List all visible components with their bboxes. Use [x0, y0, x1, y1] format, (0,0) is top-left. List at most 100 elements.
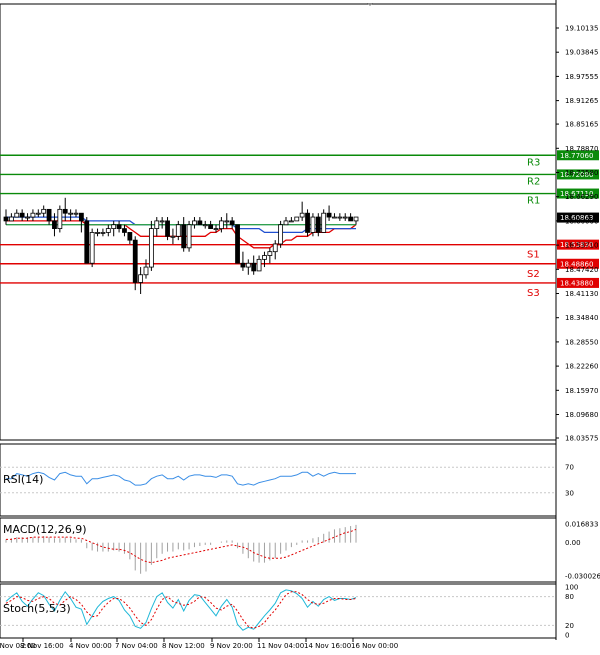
macd-title: MACD(12,26,9): [3, 523, 87, 536]
rsi-tick-label: 70: [565, 464, 574, 472]
candle-body: [46, 208, 52, 222]
candle-body: [132, 239, 138, 283]
candle-body: [57, 208, 63, 229]
rsi-tick-label: 30: [565, 489, 574, 497]
candle-body: [256, 258, 262, 272]
price-tick-label: 18.85165: [565, 121, 598, 129]
candle-body: [25, 216, 30, 219]
candle-body: [240, 262, 246, 268]
rsi-title: RSI(14): [3, 473, 43, 486]
candle-body: [288, 220, 294, 223]
level-label-r2: R2: [527, 176, 540, 187]
level-label-s1: S1: [527, 250, 540, 261]
candle-body: [218, 220, 224, 229]
candle-body: [148, 228, 154, 268]
candle-body: [353, 216, 359, 222]
time-tick-label: 16 Nov 00:00: [351, 642, 398, 650]
candle-body: [100, 232, 106, 234]
stoch-tick-label: 80: [565, 593, 574, 601]
price-tick-label: 18.09680: [565, 411, 598, 419]
candle-body: [111, 224, 117, 229]
price-tick-label: 18.97555: [565, 73, 598, 81]
level-value-r3: 18.77060: [560, 152, 593, 160]
candle-body: [41, 208, 47, 214]
price-tick-label: 19.10135: [565, 25, 598, 33]
stoch-title: Stoch(5,5,3): [3, 602, 71, 615]
candle-body: [299, 212, 305, 218]
time-tick-label: 4 Nov 00:00: [69, 642, 112, 650]
candle-body: [127, 232, 133, 241]
level-label-s3: S3: [527, 288, 540, 299]
candle-body: [30, 212, 36, 218]
candle-body: [262, 255, 267, 260]
price-tick-label: 18.60000: [565, 217, 598, 225]
chart-canvas[interactable]: 18.77060R318.72080R218.67110R118.53830S1…: [0, 0, 600, 655]
candle-body: [89, 232, 95, 264]
candle-body: [332, 216, 337, 219]
candle-body: [326, 212, 332, 218]
candle-body: [62, 208, 68, 214]
price-tick-label: 18.78870: [565, 145, 598, 153]
level-label-s2: S2: [527, 269, 540, 280]
candle-body: [310, 216, 316, 233]
candle-body: [213, 228, 219, 230]
time-tick-label: 14 Nov 16:00: [304, 642, 351, 650]
stoch-tick-label: 0: [565, 632, 569, 640]
time-tick-label: 8 Nov 12:00: [162, 642, 205, 650]
candle-body: [251, 262, 257, 272]
candle-body: [35, 212, 41, 215]
candle-body: [245, 262, 251, 268]
level-label-r3: R3: [527, 157, 540, 168]
stoch-panel-frame: [0, 583, 557, 639]
candle-body: [122, 228, 127, 233]
candle-body: [105, 228, 111, 233]
candle-body: [272, 243, 278, 253]
macd-tick-label: 0.00: [565, 539, 581, 547]
candle-body: [138, 274, 144, 283]
candle-body: [84, 220, 90, 264]
candle-body: [224, 220, 230, 223]
price-tick-label: 18.03575: [565, 435, 598, 443]
candle-body: [197, 220, 203, 226]
rsi-panel-frame: [0, 443, 557, 517]
candle-body: [3, 216, 9, 222]
candle-body: [348, 216, 354, 222]
candle-body: [305, 212, 310, 233]
candle-body: [186, 224, 192, 249]
macd-tick-label: 0.016833: [565, 521, 598, 529]
price-tick-label: 18.53710: [565, 242, 598, 250]
candle-body: [175, 224, 181, 237]
candle-body: [283, 220, 289, 226]
price-tick-label: 18.28550: [565, 338, 598, 346]
stoch-tick-label: 20: [565, 622, 574, 630]
time-tick-label: 2 Nov 16:00: [21, 642, 64, 650]
candle-body: [52, 220, 57, 229]
candle-body: [235, 224, 240, 264]
candle-body: [337, 216, 343, 219]
candle-body: [294, 216, 300, 222]
candle-body: [116, 224, 122, 229]
macd-tick-label: -0.030026: [565, 573, 600, 581]
candle-body: [278, 224, 284, 245]
trading-chart[interactable]: 18.77060 R3 18.72080 R2 18.67110 R1 18.53830 S1…: [0, 0, 600, 655]
candle-body: [208, 224, 214, 229]
candle-body: [202, 224, 208, 227]
candle-body: [165, 220, 170, 237]
price-tick-label: 18.34840: [565, 314, 598, 322]
price-tick-label: 19.03845: [565, 49, 598, 57]
candle-body: [154, 220, 160, 229]
price-tick-label: 18.72580: [565, 169, 598, 177]
stoch-tick-label: 100: [565, 584, 578, 592]
candle-body: [159, 220, 165, 223]
price-tick-label: 18.41130: [565, 290, 598, 298]
candle-body: [342, 216, 348, 219]
level-value-s3: 18.43880: [560, 279, 593, 287]
candle-body: [267, 251, 273, 256]
candle-body: [192, 220, 197, 226]
candle-body: [19, 212, 25, 218]
price-tick-label: 18.47420: [565, 266, 598, 274]
candle-body: [73, 212, 79, 215]
candle-body: [68, 212, 74, 215]
candle-body: [143, 266, 149, 276]
price-tick-label: 18.22260: [565, 363, 598, 371]
